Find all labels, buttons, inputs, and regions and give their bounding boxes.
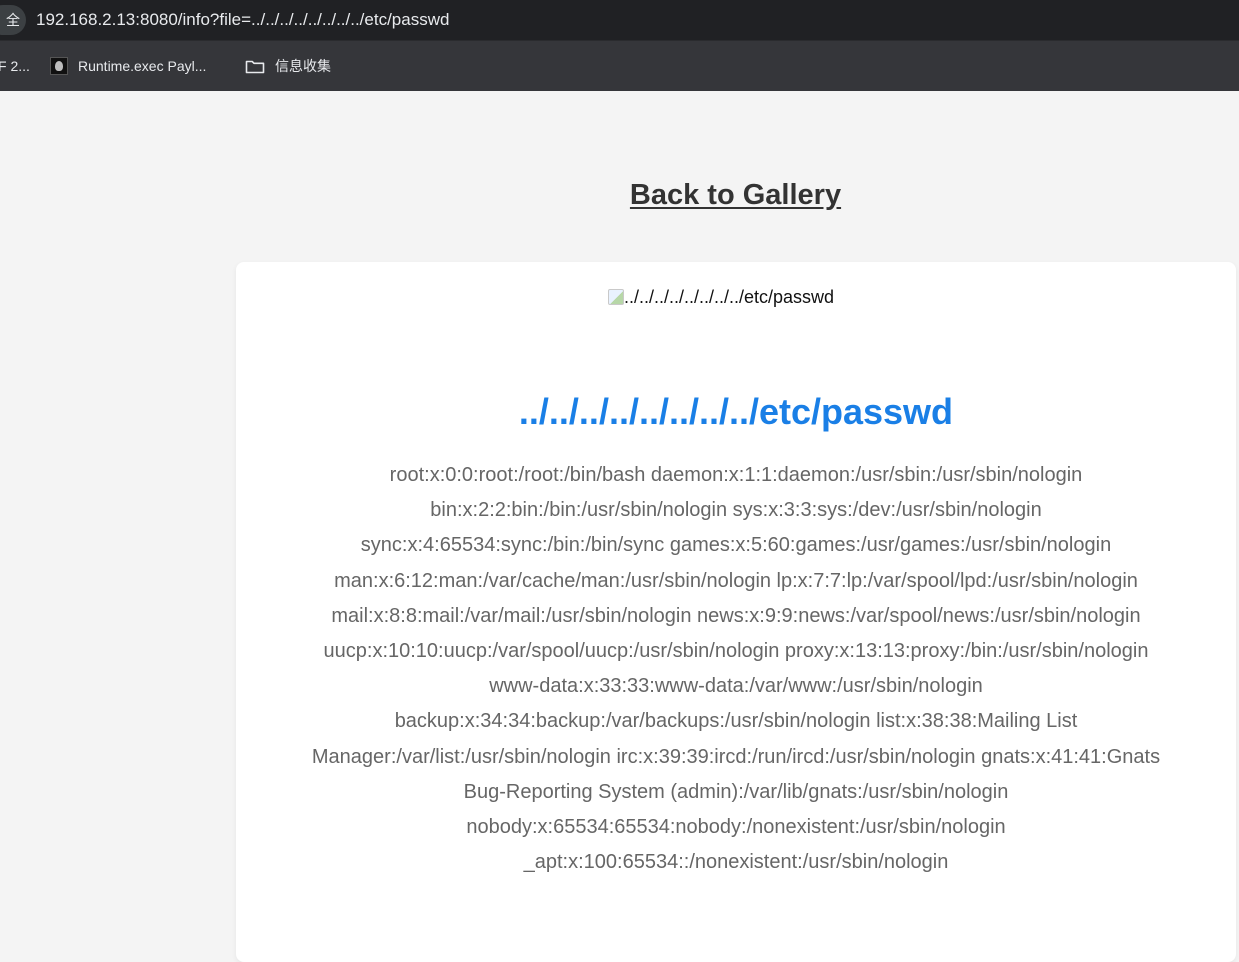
passwd-line: backup:x:34:34:backup:/var/backups:/usr/… <box>394 710 1078 733</box>
file-viewer-card: ../../../../../../../../etc/passwd ../..… <box>236 262 1236 962</box>
broken-image-icon <box>608 289 624 305</box>
passwd-line: mail:x:8:8:mail:/var/mail:/usr/sbin/nolo… <box>331 604 1141 627</box>
bookmark-label: 信息收集 <box>275 58 331 74</box>
file-title: ../../../../../../../../etc/passwd <box>518 391 954 432</box>
passwd-line: bin:x:2:2:bin:/bin:/usr/sbin/nologin sys… <box>430 499 1042 522</box>
site-security-chip[interactable]: 全 <box>0 5 26 35</box>
broken-image: ../../../../../../../../etc/passwd <box>608 286 834 308</box>
passwd-line: sync:x:4:65534:sync:/bin:/bin/sync games… <box>360 534 1112 557</box>
bookmark-label: F 2... <box>0 58 30 74</box>
passwd-line: Bug-Reporting System (admin):/var/lib/gn… <box>463 780 1009 803</box>
passwd-line: Manager:/var/list:/usr/sbin/nologin irc:… <box>311 745 1161 768</box>
bookmark-label: Runtime.exec Payl... <box>78 58 207 74</box>
back-to-gallery-link[interactable]: Back to Gallery <box>0 177 1239 213</box>
bookmark-folder-info[interactable]: 信息收集 <box>245 55 331 77</box>
passwd-line: www-data:x:33:33:www-data:/var/www:/usr/… <box>489 675 983 698</box>
browser-address-bar: 全 192.168.2.13:8080/info?file=../../../.… <box>0 0 1239 40</box>
passwd-line: _apt:x:100:65534::/nonexistent:/usr/sbin… <box>523 851 949 874</box>
folder-icon <box>245 60 265 74</box>
passwd-line: uucp:x:10:10:uucp:/var/spool/uucp:/usr/s… <box>323 640 1149 663</box>
dark-avatar-favicon-icon <box>50 57 68 75</box>
passwd-line: man:x:6:12:man:/var/cache/man:/usr/sbin/… <box>334 569 1138 592</box>
bookmarks-bar: F 2... Runtime.exec Payl... 信息收集 <box>0 40 1239 91</box>
bookmark-runtime-exec[interactable]: Runtime.exec Payl... <box>50 55 206 77</box>
image-alt-text: ../../../../../../../../etc/passwd <box>624 287 835 307</box>
page-content: Back to Gallery ../../../../../../../../… <box>0 91 1239 962</box>
url-field[interactable]: 192.168.2.13:8080/info?file=../../../../… <box>36 9 449 31</box>
passwd-line: root:x:0:0:root:/root:/bin/bash daemon:x… <box>389 464 1083 486</box>
bookmark-truncated[interactable]: F 2... <box>0 55 30 77</box>
passwd-line: nobody:x:65534:65534:nobody:/nonexistent… <box>466 816 1006 839</box>
file-content: root:x:0:0:root:/root:/bin/bash daemon:x… <box>258 458 1214 880</box>
